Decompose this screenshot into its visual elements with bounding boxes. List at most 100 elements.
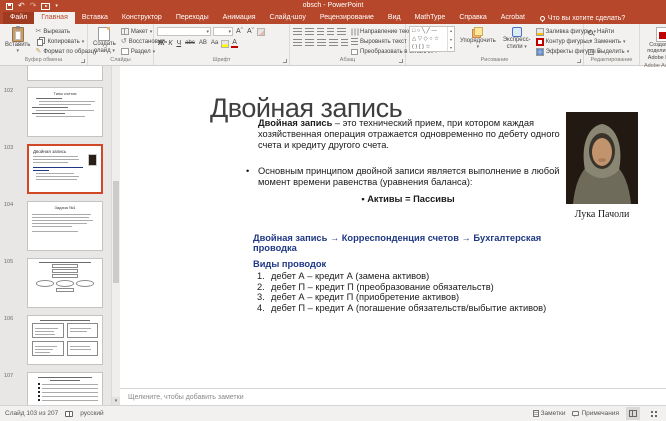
thumbnail-slide-107[interactable]: 107 (0, 372, 111, 405)
chevron-down-icon: ▾ (16, 49, 19, 54)
tab-animations[interactable]: Анимация (216, 12, 263, 24)
paste-button[interactable]: Вставить ▾ (3, 26, 32, 55)
thumbnails-scrollbar[interactable]: ▾ (111, 66, 120, 405)
arrange-button[interactable]: Упорядочить ▾ (458, 26, 498, 51)
group-label-editing: Редактирование (584, 56, 639, 65)
comments-toggle-button[interactable]: Примечания (572, 410, 619, 417)
columns-icon[interactable] (341, 39, 348, 47)
tab-file[interactable]: Файл (3, 12, 34, 24)
thumbnail-slide-106[interactable]: 106 (0, 315, 111, 365)
tab-view[interactable]: Вид (381, 12, 408, 24)
create-pdf-button[interactable]: Создать и поделиться Adobe PDF (643, 26, 666, 62)
scrollbar-thumb[interactable] (113, 181, 119, 283)
align-left-icon[interactable] (293, 39, 302, 47)
bold-button[interactable]: Ж (157, 39, 165, 48)
thumbnail-slide-105[interactable]: 105 (0, 258, 111, 308)
increase-indent-icon[interactable] (327, 28, 334, 36)
save-icon[interactable] (6, 3, 13, 10)
slide-types-heading[interactable]: Виды проводок (253, 259, 326, 269)
clear-formatting-icon[interactable] (257, 28, 265, 36)
tab-mathtype[interactable]: MathType (408, 12, 453, 24)
slide-chain-line[interactable]: Двойная запись → Корреспонденция счетов … (253, 233, 583, 253)
layout-icon (121, 28, 129, 35)
select-button[interactable]: Выделить ▾ (587, 47, 629, 56)
slide-number: 103 (0, 144, 27, 194)
chevron-down-icon: ▾ (82, 39, 85, 45)
align-center-icon[interactable] (305, 39, 314, 47)
notes-pane[interactable]: Щелкните, чтобы добавить заметки (120, 388, 666, 405)
tab-design[interactable]: Конструктор (115, 12, 169, 24)
thumbnail-slide-102[interactable]: 102 Типы счетов (0, 87, 111, 137)
line-spacing-icon[interactable] (337, 28, 346, 36)
tab-help[interactable]: Справка (452, 12, 493, 24)
thumbnail-slide-104[interactable]: 104 Задача №1 (0, 201, 111, 251)
quick-styles-button[interactable]: Экспресс- стили ▾ (501, 26, 533, 52)
align-right-icon[interactable] (317, 39, 326, 47)
normal-view-button[interactable] (626, 407, 640, 420)
italic-button[interactable]: К (167, 39, 173, 48)
tab-transitions[interactable]: Переходы (169, 12, 216, 24)
ribbon-tab-bar: Файл Главная Вставка Конструктор Переход… (0, 12, 666, 24)
slide-definition-text[interactable]: Двойная запись – это технический прием, … (258, 118, 566, 150)
select-icon (588, 49, 594, 55)
shapes-gallery[interactable]: □ ○ ╲ ╱ — △ ▽ ◇ ○ ☆ ( ) { } ☆ ▴ ▾ ▾ (409, 26, 455, 52)
slide-bullet-principle[interactable]: • Основным принципом двойной записи явля… (246, 166, 568, 188)
tab-insert[interactable]: Вставка (75, 12, 115, 24)
numbering-icon[interactable] (305, 28, 314, 36)
font-name-combo[interactable]: ▾ (157, 27, 211, 36)
language-indicator[interactable]: русский (80, 410, 103, 417)
undo-icon[interactable]: ↶ (18, 2, 25, 10)
font-color-button[interactable]: А (231, 39, 238, 48)
dialog-launcher-icon[interactable] (577, 59, 581, 63)
scroll-down-icon[interactable]: ▾ (112, 397, 120, 405)
scroll-up-icon[interactable]: ▴ (450, 28, 452, 33)
change-case-button[interactable]: Аа (210, 39, 219, 48)
shape-fill-icon (536, 28, 544, 36)
slide-types-list[interactable]: 1.дебет А – кредит А (замена активов) 2.… (253, 271, 583, 313)
increase-font-size-button[interactable]: Аˆ (235, 27, 244, 36)
thumbnail-partial-top[interactable] (27, 66, 103, 81)
qat-customize-icon[interactable]: ▾ (55, 4, 58, 9)
decrease-indent-icon[interactable] (317, 28, 324, 36)
tab-slideshow[interactable]: Слайд-шоу (263, 12, 313, 24)
dialog-launcher-icon[interactable] (81, 59, 85, 63)
tab-home[interactable]: Главная (34, 12, 75, 24)
luca-pacioli-portrait-image[interactable] (563, 110, 641, 212)
equation-text: Активы = Пассивы (367, 194, 454, 204)
bullets-icon[interactable] (293, 28, 302, 36)
character-spacing-button[interactable]: АВ (198, 39, 208, 48)
slide-equation[interactable]: • Активы = Пассивы (258, 194, 558, 204)
slide-sorter-icon (651, 411, 653, 413)
underline-button[interactable]: Ч (175, 39, 182, 48)
slide-sorter-view-button[interactable] (647, 407, 661, 420)
shapes-row: △ ▽ ◇ ○ ☆ (412, 35, 447, 43)
portrait-caption[interactable]: Лука Пачоли (563, 209, 641, 220)
find-button[interactable]: Найти (587, 27, 629, 36)
scroll-down-icon[interactable]: ▾ (450, 37, 452, 42)
slide-position-indicator[interactable]: Слайд 103 из 207 (5, 410, 58, 417)
ribbon-group-paragraph: Направление текста ▾ Выровнять текст ▾ П… (290, 24, 406, 65)
font-size-combo[interactable]: ▾ (213, 27, 233, 36)
justify-icon[interactable] (329, 39, 338, 47)
highlight-color-button[interactable] (221, 40, 229, 48)
slide-canvas[interactable]: Двойная запись Двойная запись – это техн… (120, 66, 666, 388)
tab-review[interactable]: Рецензирование (313, 12, 381, 24)
redo-icon[interactable]: ↷ (30, 2, 37, 10)
notes-toggle-button[interactable]: Заметки (533, 410, 566, 417)
search-icon (588, 30, 593, 35)
new-slide-button[interactable]: Создать слайд ▾ (91, 26, 118, 56)
thumbnail-title: Типы счетов (32, 91, 98, 96)
dialog-launcher-icon[interactable] (399, 59, 403, 63)
replace-button[interactable]: ⇄ Заменить ▾ (587, 37, 629, 46)
dialog-launcher-icon[interactable] (283, 59, 287, 63)
strikethrough-button[interactable]: abc (184, 39, 196, 48)
list-item: 1.дебет А – кредит А (замена активов) (253, 271, 583, 282)
gallery-scrollbar[interactable]: ▴ ▾ ▾ (447, 27, 454, 51)
decrease-font-size-button[interactable]: Аˇ (246, 27, 255, 36)
tab-acrobat[interactable]: Acrobat (494, 12, 532, 24)
gallery-more-icon[interactable]: ▾ (450, 45, 452, 50)
start-slideshow-icon[interactable] (41, 3, 50, 10)
tell-me-box[interactable]: Что вы хотите сделать? (540, 12, 625, 24)
thumbnail-slide-103-current[interactable]: 103 Двойная запись (0, 144, 111, 194)
spell-check-icon[interactable] (65, 411, 73, 417)
